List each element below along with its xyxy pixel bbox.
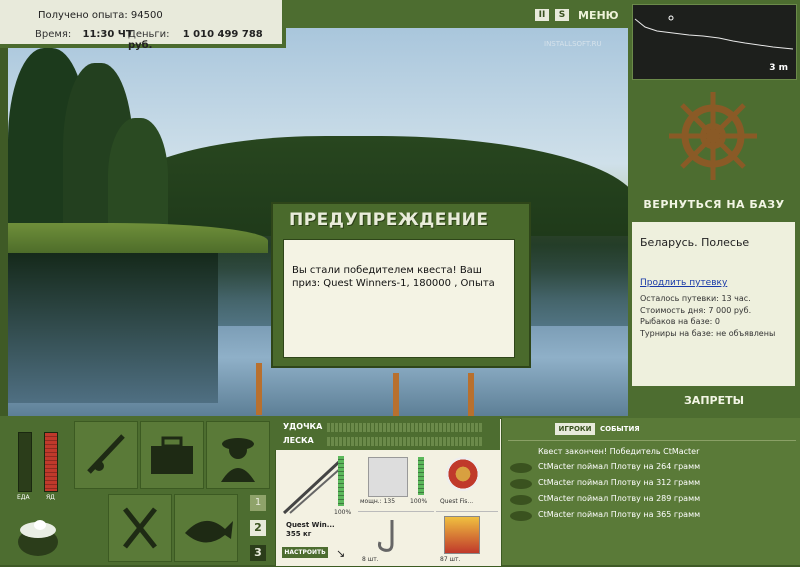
reel-durability-bar	[418, 457, 424, 495]
log-entry: CtMacter поймал Плотву на 365 грамм	[538, 510, 701, 519]
fishing-rod-tile[interactable]	[74, 421, 138, 489]
permit-hours-left: Осталось путевки: 13 час.	[640, 294, 751, 303]
rod-durability-bar	[338, 456, 344, 506]
left-reflection	[8, 253, 218, 403]
rod-percent: 100%	[334, 509, 352, 516]
experience-row: Получено опыта: 94500	[38, 10, 163, 21]
rod-tension-label: УДОЧКА	[283, 422, 323, 431]
slot-3-button[interactable]: 3	[250, 545, 266, 561]
rod-stand[interactable]	[256, 363, 262, 415]
experience-value: 94500	[130, 10, 163, 21]
rod-tension-bar	[327, 423, 482, 432]
hook-count: 8 шт.	[362, 556, 379, 563]
angler-icon	[221, 438, 255, 482]
bans-button[interactable]: ЗАПРЕТЫ	[628, 394, 800, 407]
line-tension-label: ЛЕСКА	[283, 436, 314, 445]
money-label: Деньги:	[128, 29, 170, 40]
rod-stand[interactable]	[468, 373, 474, 416]
ship-wheel-icon[interactable]	[632, 84, 795, 214]
float-marker	[668, 15, 674, 21]
tab-players[interactable]: ИГРОКИ	[555, 423, 595, 435]
reel-slot[interactable]: мощн.: 135 100%	[358, 453, 434, 509]
food-label: ЕДА	[17, 494, 30, 501]
fish-icon	[185, 520, 233, 543]
fish-icon	[510, 463, 532, 473]
dialog-message: Вы стали победителем квеста! Ваш приз: Q…	[292, 265, 495, 289]
food-bar	[18, 432, 32, 492]
sound-button[interactable]: S	[555, 9, 569, 21]
tackle-box-tile[interactable]	[140, 421, 204, 489]
rod-slot[interactable]: 100% Quest Win... 355 кг НАСТРОИТЬ ↘	[278, 453, 356, 563]
poison-bar	[44, 432, 58, 492]
line-name: Quest Fis...	[440, 498, 474, 505]
rod-icon	[282, 459, 343, 515]
experience-label: Получено опыта:	[38, 10, 128, 21]
time-label: Время:	[35, 29, 72, 40]
extend-permit-link[interactable]: Продлить путевку	[640, 278, 727, 288]
line-slot[interactable]: Quest Fis...	[436, 453, 498, 509]
log-entry: CtMacter поймал Плотву на 312 грамм	[538, 478, 701, 487]
menu-button[interactable]: МЕНЮ	[578, 9, 619, 22]
fish-icon	[510, 495, 532, 505]
tab-events[interactable]: СОБЫТИЯ	[600, 423, 640, 435]
fork-knife-icon	[123, 507, 157, 549]
setup-button[interactable]: НАСТРОИТЬ	[282, 547, 328, 558]
dialog-body: Вы стали победителем квеста! Ваш приз: Q…	[283, 239, 515, 358]
line-tension-bar	[327, 437, 482, 446]
watermark-text: INSTALLSOFT.RU	[544, 40, 602, 48]
top-bar	[283, 0, 628, 28]
cauldron-icon[interactable]	[12, 508, 64, 560]
time-value: 11:30 ЧТ	[82, 29, 133, 40]
rod-weight: 355 кг	[286, 530, 312, 538]
reel-percent: 100%	[410, 498, 428, 505]
permit-details: Осталось путевки: 13 час. Стоимость дня:…	[640, 293, 775, 339]
anglers-at-base: Рыбаков на базе: 0	[640, 317, 720, 326]
bait-slot[interactable]: 87 шт.	[436, 511, 498, 566]
reel-icon	[368, 457, 408, 497]
depth-label: 3 m	[769, 63, 788, 73]
divider	[508, 440, 796, 441]
fish-cage-tile[interactable]	[174, 494, 238, 562]
hook-icon	[378, 520, 394, 552]
depth-graph: 3 m	[632, 4, 797, 80]
time-row: Время: 11:30 ЧТ	[35, 29, 133, 40]
line-spool-icon	[446, 457, 480, 491]
bait-count: 87 шт.	[440, 556, 461, 563]
return-to-base-button[interactable]: ВЕРНУТЬСЯ НА БАЗУ	[628, 198, 800, 211]
tackle-box-icon	[151, 436, 193, 474]
fish-icon	[510, 511, 532, 521]
rod-name: Quest Win...	[286, 521, 335, 529]
quest-finished-message: Квест закончен! Победитель CtMacter	[538, 447, 700, 456]
player-status-panel: Получено опыта: 94500 Время: 11:30 ЧТ Де…	[0, 0, 286, 51]
hook-slot[interactable]: 8 шт.	[358, 511, 434, 566]
log-entry: CtMacter поймал Плотву на 289 грамм	[538, 494, 701, 503]
day-cost: Стоимость дня: 7 000 руб.	[640, 305, 752, 315]
log-entry: CtMacter поймал Плотву на 264 грамм	[538, 462, 701, 471]
fishing-rod-icon	[87, 434, 125, 474]
slot-1-button[interactable]: 1	[250, 495, 266, 511]
watermark-logo: INSTALLSOFT.RU	[544, 40, 602, 48]
location-name: Беларусь. Полесье	[640, 236, 750, 249]
fish-icon	[510, 479, 532, 489]
angler-tile[interactable]	[206, 421, 270, 489]
dialog-title: ПРЕДУПРЕЖДЕНИЕ	[289, 210, 489, 230]
cursor-arrow-icon: ↘	[336, 547, 346, 560]
slot-2-button[interactable]: 2	[250, 520, 266, 536]
food-tile[interactable]	[108, 494, 172, 562]
pause-button[interactable]: II	[535, 9, 549, 21]
tournaments-status: Турниры на базе: не объявлены	[640, 328, 776, 338]
reel-power: мощн.: 135	[360, 498, 396, 505]
bait-icon	[444, 516, 480, 554]
location-info-panel: Беларусь. Полесье Продлить путевку Остал…	[632, 222, 795, 386]
poison-label: ЯД	[46, 494, 55, 501]
money-row: Деньги: 1 010 499 788 руб.	[128, 29, 282, 51]
rod-stand[interactable]	[393, 373, 399, 416]
